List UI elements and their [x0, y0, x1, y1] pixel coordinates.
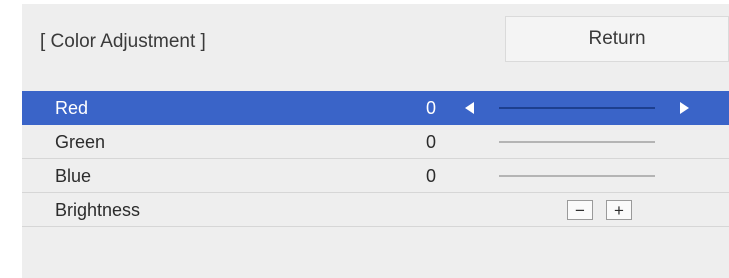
value-red: 0: [426, 98, 437, 118]
menu-title: [ Color Adjustment ]: [40, 31, 206, 52]
row-label-blue: Blue: [55, 166, 92, 186]
row-green[interactable]: Green 0: [22, 125, 729, 159]
row-blue[interactable]: Blue 0: [22, 159, 729, 193]
slider-green[interactable]: [499, 141, 655, 143]
brightness-plus-button[interactable]: +: [606, 200, 632, 220]
row-label-brightness: Brightness: [55, 200, 141, 220]
value-blue: 0: [426, 166, 437, 186]
row-red[interactable]: Red 0: [22, 91, 729, 125]
slider-blue[interactable]: [499, 175, 655, 177]
row-label-red: Red: [55, 98, 89, 118]
adjustment-list: Red 0 Green 0 Blue 0 Brightness − +: [22, 91, 729, 227]
slider-red[interactable]: [499, 107, 655, 109]
row-label-green: Green: [55, 132, 106, 152]
brightness-minus-button[interactable]: −: [567, 200, 593, 220]
row-brightness[interactable]: Brightness − +: [22, 193, 729, 227]
return-button[interactable]: Return: [505, 16, 729, 62]
color-adjustment-panel: [ Color Adjustment ] Return Red 0 Green …: [22, 4, 729, 278]
arrow-left-icon[interactable]: [465, 102, 474, 114]
value-green: 0: [426, 132, 437, 152]
arrow-right-icon[interactable]: [680, 102, 689, 114]
